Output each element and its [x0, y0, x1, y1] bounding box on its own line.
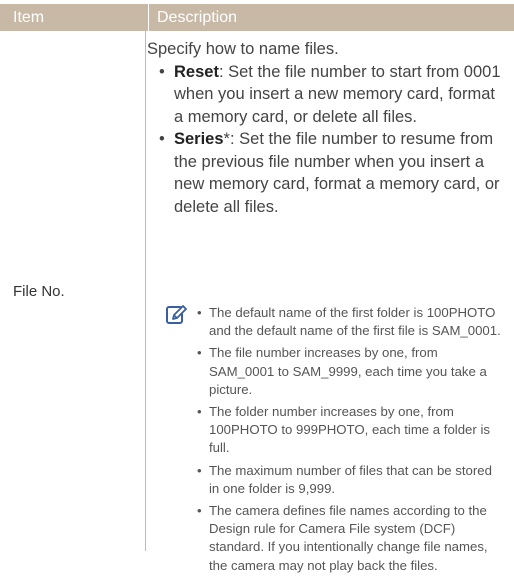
- note-item: The file number increases by one, from S…: [197, 344, 505, 399]
- description-intro: Specify how to name files.: [147, 40, 339, 58]
- note-item: The default name of the first folder is …: [197, 304, 505, 340]
- description-cell: Specify how to name files. Reset: Set th…: [147, 38, 507, 218]
- option-term: Series: [174, 130, 224, 148]
- option-text: *: Set the file number to resume from th…: [174, 130, 500, 216]
- option-text: : Set the file number to start from 0001…: [174, 62, 501, 126]
- option-reset: Reset: Set the file number to start from…: [159, 61, 507, 129]
- note-block: The default name of the first folder is …: [165, 304, 505, 579]
- note-item: The camera defines file names according …: [197, 502, 505, 575]
- option-list: Reset: Set the file number to start from…: [147, 61, 507, 219]
- column-divider: [145, 31, 146, 551]
- row-item-label: File No.: [13, 283, 65, 300]
- note-item: The folder number increases by one, from…: [197, 403, 505, 458]
- note-pencil-icon: [165, 304, 187, 326]
- note-item: The maximum number of files that can be …: [197, 462, 505, 498]
- option-term: Reset: [174, 62, 219, 81]
- header-description: Description: [157, 8, 238, 26]
- table-header: Item Description: [0, 4, 514, 31]
- option-series: Series*: Set the file number to resume f…: [159, 128, 507, 218]
- note-list: The default name of the first folder is …: [165, 304, 505, 575]
- header-item: Item: [13, 8, 45, 26]
